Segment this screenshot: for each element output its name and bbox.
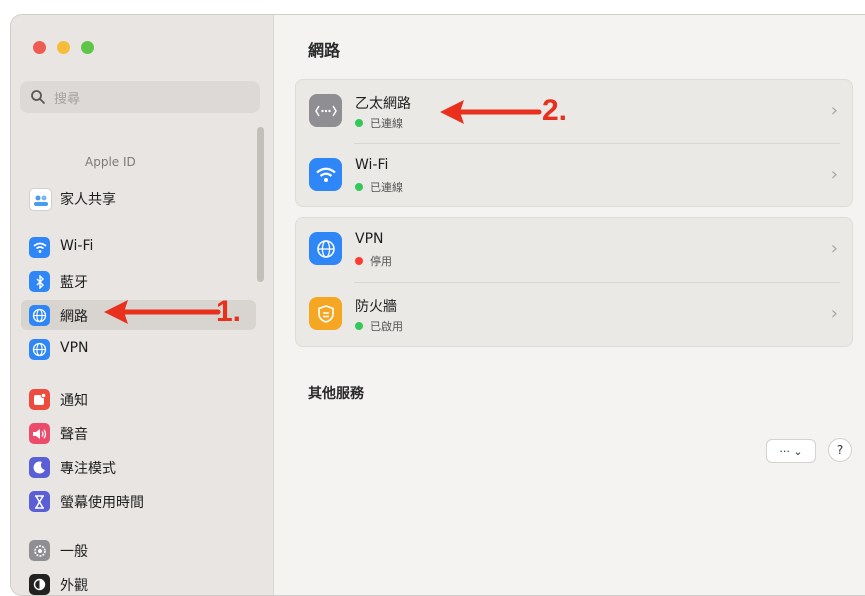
- close-window-button[interactable]: [33, 41, 46, 54]
- network-group-1: 乙太網路 已連線 › Wi-Fi 已連線 ›: [295, 79, 853, 207]
- network-row-vpn[interactable]: VPN 停用 ›: [296, 218, 852, 280]
- status-dot: [355, 119, 363, 127]
- network-row-firewall[interactable]: 防火牆 已啟用 ›: [296, 283, 852, 345]
- sidebar-item-screen-time[interactable]: 螢幕使用時間: [21, 486, 256, 516]
- status-text: 已啟用: [370, 320, 403, 333]
- status-dot: [355, 257, 363, 265]
- status-dot: [355, 183, 363, 191]
- search-field[interactable]: 搜尋: [20, 81, 260, 113]
- firewall-icon: [309, 297, 342, 330]
- sidebar-item-label: 螢幕使用時間: [60, 495, 144, 511]
- sidebar-item-label: 專注模式: [60, 461, 116, 477]
- gear-icon: [29, 540, 50, 561]
- hourglass-icon: [29, 491, 50, 512]
- zoom-window-button[interactable]: [81, 41, 94, 54]
- chevron-right-icon: ›: [830, 303, 838, 324]
- other-services-title: 其他服務: [308, 386, 364, 402]
- appearance-icon: [29, 574, 50, 595]
- status-badge: 停用: [355, 253, 392, 269]
- row-title: 乙太網路: [355, 96, 411, 112]
- sound-icon: [29, 423, 50, 444]
- network-group-2: VPN 停用 › 防火牆 已啟用 ›: [295, 217, 853, 347]
- wifi-icon: [29, 237, 50, 258]
- network-row-wifi[interactable]: Wi-Fi 已連線 ›: [296, 144, 852, 206]
- family-sharing-icon: [29, 188, 52, 211]
- status-badge: 已連線: [355, 115, 403, 131]
- search-placeholder: 搜尋: [54, 92, 81, 107]
- status-badge: 已啟用: [355, 318, 403, 334]
- status-text: 已連線: [370, 181, 403, 194]
- row-title: 防火牆: [355, 299, 397, 315]
- row-title: Wi-Fi: [355, 157, 389, 173]
- network-globe-icon: [29, 305, 50, 326]
- sidebar-item-notifications[interactable]: 通知: [21, 384, 256, 414]
- sidebar-item-label: 網路: [60, 309, 88, 325]
- bluetooth-icon: [29, 271, 50, 292]
- annotation-arrow-2: [440, 100, 542, 124]
- ethernet-icon: [309, 94, 342, 127]
- sidebar-item-sound[interactable]: 聲音: [21, 418, 256, 448]
- sidebar-item-label: 聲音: [60, 427, 88, 443]
- annotation-label-1: 1.: [216, 295, 242, 328]
- notifications-icon: [29, 389, 50, 410]
- annotation-label-2: 2.: [542, 94, 568, 127]
- help-button[interactable]: ?: [828, 438, 852, 462]
- wifi-icon: [309, 158, 342, 191]
- search-icon: [31, 90, 45, 104]
- vpn-globe-icon: [309, 232, 342, 265]
- sidebar-item-label: Wi-Fi: [60, 238, 94, 254]
- sidebar-item-general[interactable]: 一般: [21, 535, 256, 565]
- status-dot: [355, 322, 363, 330]
- sidebar-item-label: 一般: [60, 544, 88, 560]
- sidebar-item-label: 家人共享: [60, 192, 116, 208]
- minimize-window-button[interactable]: [57, 41, 70, 54]
- vpn-globe-icon: [29, 339, 50, 360]
- sidebar-item-label: VPN: [60, 340, 89, 356]
- sidebar-item-label: 外觀: [60, 578, 88, 594]
- status-badge: 已連線: [355, 179, 403, 195]
- chevron-right-icon: ›: [830, 164, 838, 185]
- apple-id-label[interactable]: Apple ID: [85, 155, 136, 169]
- chevron-right-icon: ›: [830, 238, 838, 259]
- annotation-arrow-1: [104, 300, 221, 324]
- sidebar-item-appearance[interactable]: 外觀: [21, 569, 256, 595]
- sidebar-scrollbar[interactable]: [257, 127, 264, 282]
- sidebar-item-label: 藍牙: [60, 275, 88, 291]
- sidebar-item-label: 通知: [60, 393, 88, 409]
- focus-moon-icon: [29, 457, 50, 478]
- chevron-right-icon: ›: [830, 100, 838, 121]
- row-title: VPN: [355, 231, 384, 247]
- sidebar-item-focus[interactable]: 專注模式: [21, 452, 256, 482]
- sidebar-item-bluetooth[interactable]: 藍牙: [21, 266, 256, 296]
- status-text: 已連線: [370, 117, 403, 130]
- page-title: 網路: [308, 41, 341, 60]
- sidebar-item-family-sharing[interactable]: 家人共享: [21, 183, 256, 213]
- more-actions-button[interactable]: ··· ⌄: [766, 439, 816, 463]
- network-row-ethernet[interactable]: 乙太網路 已連線 ›: [296, 80, 852, 142]
- sidebar-item-vpn[interactable]: VPN: [21, 334, 256, 364]
- sidebar-item-wifi[interactable]: Wi-Fi: [21, 232, 256, 262]
- status-text: 停用: [370, 255, 392, 268]
